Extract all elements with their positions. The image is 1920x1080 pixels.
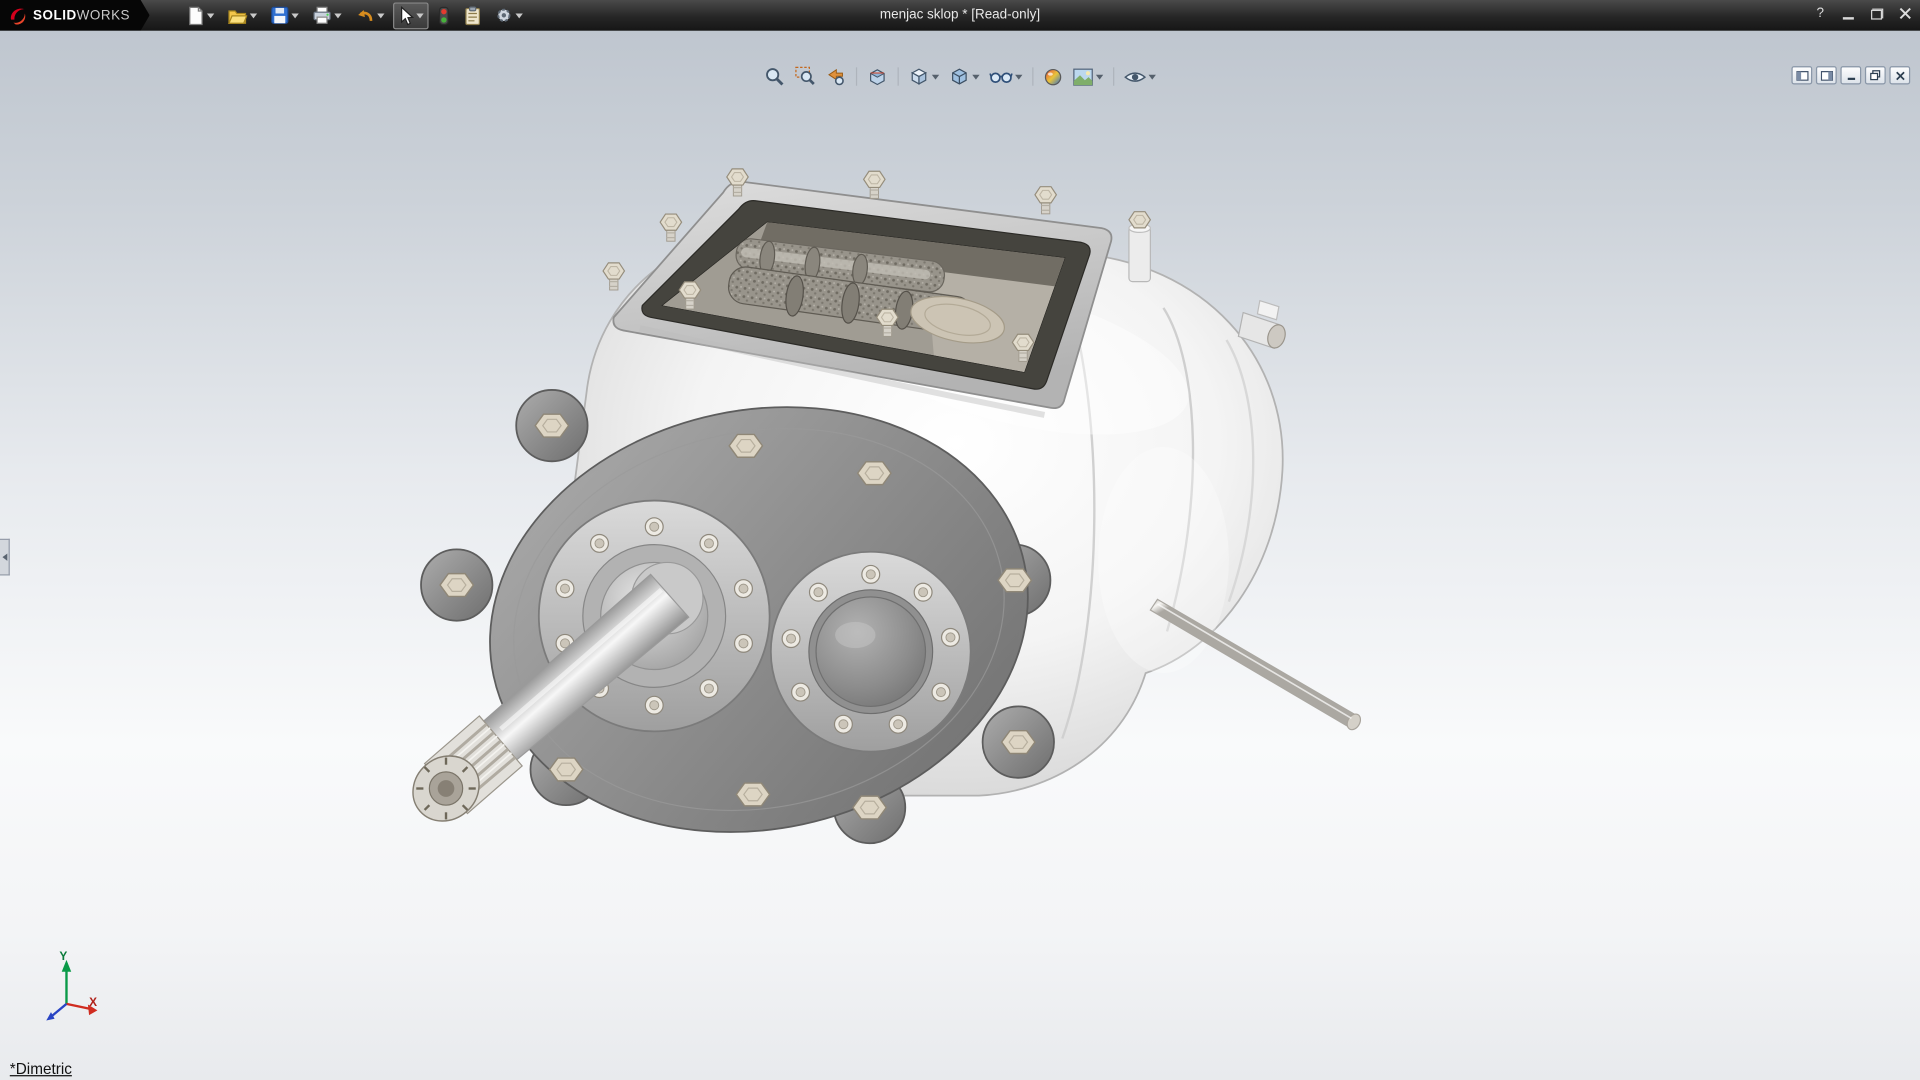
view-orientation-label: *Dimetric xyxy=(10,1060,72,1077)
document-restore-button[interactable] xyxy=(1865,66,1886,84)
document-minimize-icon xyxy=(1846,70,1856,80)
featuremanager-pane-icon xyxy=(1796,70,1808,80)
new-dropdown-arrow[interactable] xyxy=(207,13,214,18)
options-gear-icon xyxy=(495,6,513,24)
triad-x-label: X xyxy=(89,995,97,1009)
model-right-boss xyxy=(771,552,971,752)
view-orientation-button[interactable] xyxy=(906,65,942,88)
application-window: SOLIDWORKS xyxy=(0,0,1920,1080)
hide-show-dropdown-arrow[interactable] xyxy=(1015,74,1022,79)
minimize-icon xyxy=(1843,7,1854,19)
new-document-button[interactable] xyxy=(181,2,219,29)
display-pane-button[interactable] xyxy=(1816,66,1837,84)
display-style-dropdown-arrow[interactable] xyxy=(972,74,979,79)
solidworks-logo: SOLIDWORKS xyxy=(0,0,150,31)
zoom-to-fit-button[interactable] xyxy=(762,65,788,88)
view-orientation-dropdown-arrow[interactable] xyxy=(932,74,939,79)
apply-scene-button[interactable] xyxy=(1070,66,1106,88)
window-controls: ? xyxy=(1810,4,1915,24)
title-bar: SOLIDWORKS xyxy=(0,0,1920,31)
select-button[interactable] xyxy=(393,2,429,29)
edit-appearance-button[interactable] xyxy=(1041,66,1065,88)
restore-button[interactable] xyxy=(1866,4,1887,24)
edit-appearance-ball-icon xyxy=(1043,67,1063,87)
display-pane-icon xyxy=(1820,70,1832,80)
rebuild-traffic-light-icon xyxy=(437,6,450,26)
zoom-to-area-button[interactable] xyxy=(792,65,818,88)
save-dropdown-arrow[interactable] xyxy=(292,13,299,18)
orientation-triad: Y X xyxy=(46,949,97,1021)
options-dropdown-arrow[interactable] xyxy=(516,13,523,18)
apply-scene-icon xyxy=(1073,67,1094,87)
document-minimize-button[interactable] xyxy=(1840,66,1861,84)
document-title: menjac sklop * [Read-only] xyxy=(880,7,1040,22)
brand-text: SOLIDWORKS xyxy=(33,8,130,23)
save-button[interactable] xyxy=(266,2,304,28)
properties-clipboard-icon xyxy=(464,6,481,26)
document-restore-icon xyxy=(1870,70,1881,81)
select-dropdown-arrow[interactable] xyxy=(417,13,424,18)
gearbox-assembly-model: Y X xyxy=(0,31,1920,1080)
close-button[interactable] xyxy=(1894,4,1915,24)
zoom-to-area-icon xyxy=(795,66,816,87)
view-settings-button[interactable] xyxy=(1122,67,1159,87)
help-button[interactable]: ? xyxy=(1810,4,1831,24)
previous-view-button[interactable] xyxy=(823,65,849,88)
select-cursor-icon xyxy=(398,6,414,26)
featuremanager-flyout-handle[interactable] xyxy=(0,539,10,576)
print-button[interactable] xyxy=(308,2,347,28)
new-document-icon xyxy=(186,6,204,26)
hide-show-glasses-icon xyxy=(989,67,1012,85)
triad-y-label: Y xyxy=(59,949,67,963)
open-button[interactable] xyxy=(223,2,262,29)
file-properties-button[interactable] xyxy=(459,2,486,29)
zoom-to-fit-icon xyxy=(764,66,785,87)
headsup-view-toolbar xyxy=(762,65,1159,88)
hide-show-items-button[interactable] xyxy=(987,66,1025,87)
main-toolbar xyxy=(181,2,528,29)
document-close-icon xyxy=(1895,70,1905,80)
section-view-icon xyxy=(867,66,888,87)
print-dropdown-arrow[interactable] xyxy=(335,13,342,18)
graphics-viewport[interactable]: Y X *Dimetric xyxy=(0,31,1920,1080)
display-style-icon xyxy=(949,66,970,87)
minimize-button[interactable] xyxy=(1838,4,1859,24)
section-view-button[interactable] xyxy=(864,65,890,88)
undo-icon xyxy=(355,6,375,24)
undo-button[interactable] xyxy=(350,2,389,28)
view-settings-dropdown-arrow[interactable] xyxy=(1149,74,1156,79)
open-dropdown-arrow[interactable] xyxy=(250,13,257,18)
toolbar-separator xyxy=(1113,67,1114,85)
display-style-button[interactable] xyxy=(947,65,983,88)
apply-scene-dropdown-arrow[interactable] xyxy=(1096,74,1103,79)
ds-logo-icon xyxy=(7,5,28,26)
view-orientation-cube-icon xyxy=(909,66,930,87)
document-window-controls xyxy=(1791,66,1910,84)
previous-view-icon xyxy=(825,66,846,87)
open-folder-icon xyxy=(228,6,248,26)
print-icon xyxy=(312,6,332,24)
flyout-arrow-icon xyxy=(2,553,7,560)
featuremanager-pane-button[interactable] xyxy=(1791,66,1812,84)
restore-icon xyxy=(1870,8,1882,19)
undo-dropdown-arrow[interactable] xyxy=(377,13,384,18)
close-icon xyxy=(1899,7,1911,19)
toolbar-separator xyxy=(1032,67,1033,85)
rebuild-button[interactable] xyxy=(432,2,455,29)
options-button[interactable] xyxy=(490,2,528,28)
document-close-button[interactable] xyxy=(1889,66,1910,84)
save-icon xyxy=(271,6,289,24)
toolbar-separator xyxy=(898,67,899,85)
toolbar-separator xyxy=(856,67,857,85)
view-settings-eye-icon xyxy=(1124,68,1146,85)
